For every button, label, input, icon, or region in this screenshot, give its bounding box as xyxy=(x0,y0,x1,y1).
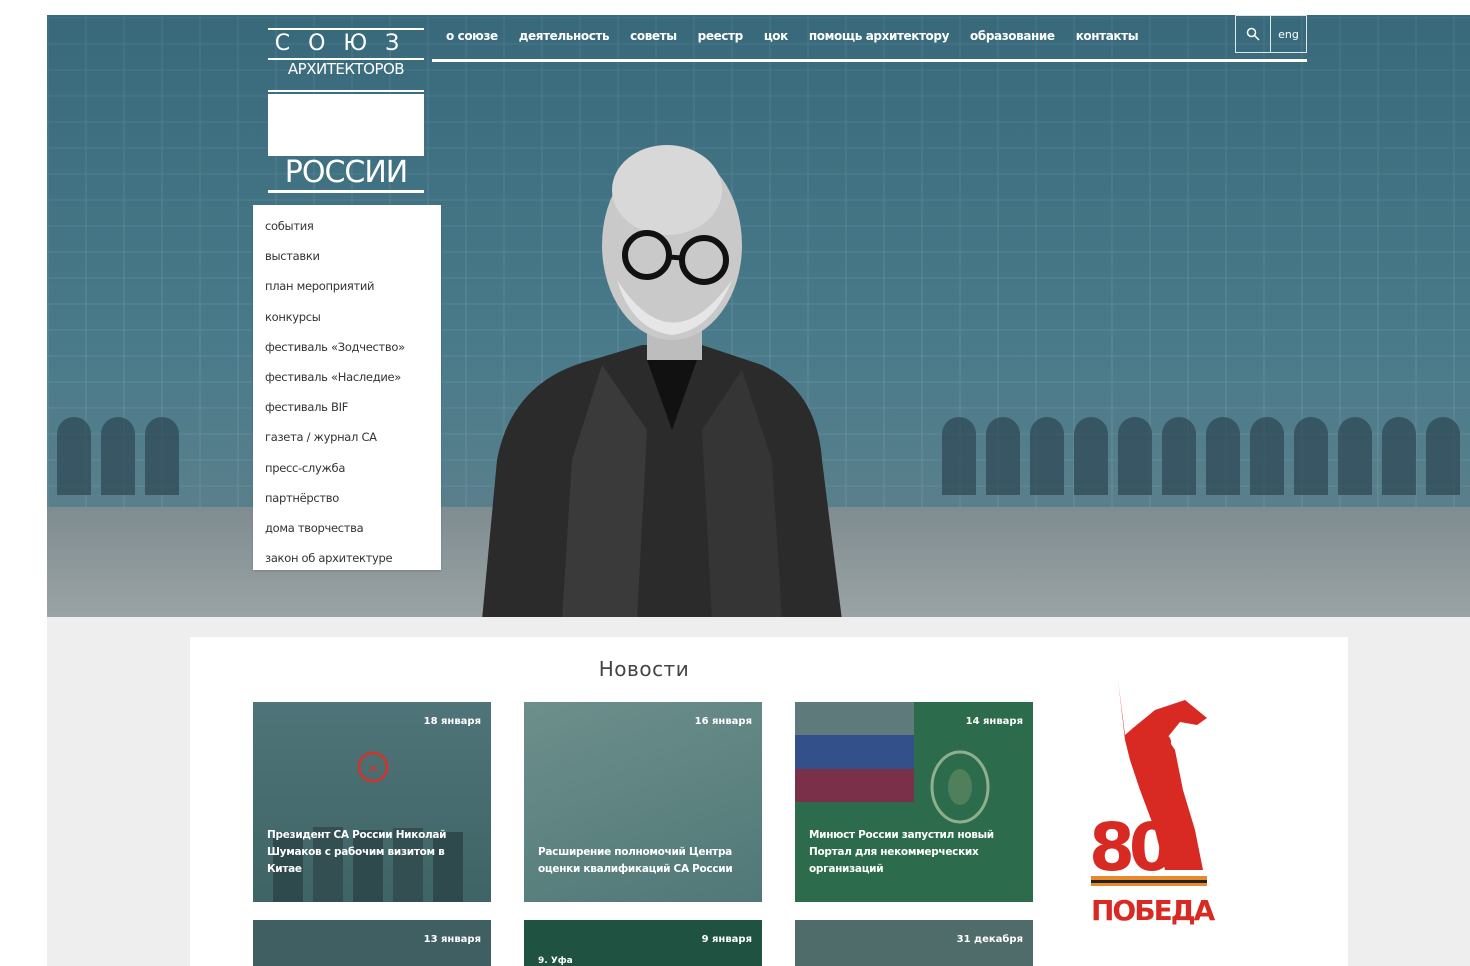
svg-text:ж: ж xyxy=(368,761,379,775)
menu-item-partnership[interactable]: партнёрство xyxy=(265,483,441,513)
logo-word-russia: РОССИИ xyxy=(268,156,424,193)
hero-arcade-left xyxy=(57,357,179,557)
menu-item-events[interactable]: события xyxy=(265,211,441,241)
news-title[interactable]: Расширение полномочий Центра оценки квал… xyxy=(538,844,748,878)
eagle-emblem-icon xyxy=(930,750,990,824)
news-card[interactable]: 14 января Минюст России запустил новый П… xyxy=(795,702,1033,902)
nav-item-help[interactable]: помощь архитектору xyxy=(809,29,950,43)
hero-portrait xyxy=(482,145,842,617)
menu-item-law[interactable]: закон об архитектуре xyxy=(265,543,441,573)
news-title[interactable]: 9. Уфа xyxy=(538,956,573,966)
victory-number: 80 xyxy=(1089,809,1172,886)
search-icon xyxy=(1246,27,1260,41)
news-card[interactable]: 16 января Расширение полномочий Центра о… xyxy=(524,702,762,902)
search-button[interactable] xyxy=(1235,15,1271,53)
news-title[interactable]: Президент СА России Николай Шумаков с ра… xyxy=(267,827,477,878)
menu-item-creative-houses[interactable]: дома творчества xyxy=(265,513,441,543)
victory-80-banner[interactable]: 80 ПОБЕДА! xyxy=(1085,680,1215,925)
news-title[interactable]: Минюст России запустил новый Портал для … xyxy=(809,827,1019,878)
menu-item-zodchestvo[interactable]: фестиваль «Зодчество» xyxy=(265,332,441,362)
menu-item-press[interactable]: пресс-служба xyxy=(265,453,441,483)
news-date: 31 декабря xyxy=(956,934,1023,945)
news-heading: Новости xyxy=(598,657,690,681)
menu-item-newspaper[interactable]: газета / журнал СА xyxy=(265,422,441,452)
china-emblem-icon: ж xyxy=(357,751,389,783)
menu-item-bif[interactable]: фестиваль BIF xyxy=(265,392,441,422)
menu-item-competitions[interactable]: конкурсы xyxy=(265,302,441,332)
news-date: 13 января xyxy=(423,934,481,945)
news-card[interactable]: ж 18 января Президент СА России Николай … xyxy=(253,702,491,902)
menu-item-exhibitions[interactable]: выставки xyxy=(265,241,441,271)
news-card[interactable]: 31 декабря xyxy=(795,920,1033,966)
nav-item-activity[interactable]: деятельность xyxy=(519,29,610,43)
russian-flag-image xyxy=(795,702,914,802)
menu-item-plan[interactable]: план мероприятий xyxy=(265,271,441,301)
news-date: 18 января xyxy=(423,716,481,727)
logo-white-block xyxy=(268,94,424,156)
victory-word: ПОБЕДА! xyxy=(1091,894,1215,925)
logo-top-block: СОЮЗ АРХИТЕКТОРОВ xyxy=(268,28,424,92)
news-card[interactable]: 9 января 9. Уфа xyxy=(524,920,762,966)
language-switch[interactable]: eng xyxy=(1271,15,1307,53)
logo-word-architects: АРХИТЕКТОРОВ xyxy=(268,58,424,78)
news-date: 14 января xyxy=(965,716,1023,727)
news-card[interactable]: 13 января xyxy=(253,920,491,966)
news-date: 9 января xyxy=(701,934,752,945)
nav-item-tsok[interactable]: цок xyxy=(764,29,788,43)
hero-arcade-right xyxy=(900,357,1460,557)
nav-item-councils[interactable]: советы xyxy=(630,29,677,43)
nav-item-about[interactable]: о союзе xyxy=(446,29,498,43)
nav-item-education[interactable]: образование xyxy=(970,29,1055,43)
logo-word-soyuz: СОЮЗ xyxy=(274,31,418,56)
activity-dropdown-menu: события выставки план мероприятий конкур… xyxy=(253,205,441,570)
nav-item-contacts[interactable]: контакты xyxy=(1076,29,1139,43)
site-logo[interactable]: СОЮЗ АРХИТЕКТОРОВ РОССИИ xyxy=(268,28,424,193)
menu-item-nasledie[interactable]: фестиваль «Наследие» xyxy=(265,362,441,392)
nav-item-registry[interactable]: реестр xyxy=(698,29,744,43)
top-navigation: о союзе деятельность советы реестр цок п… xyxy=(432,15,1307,62)
news-date: 16 января xyxy=(694,716,752,727)
